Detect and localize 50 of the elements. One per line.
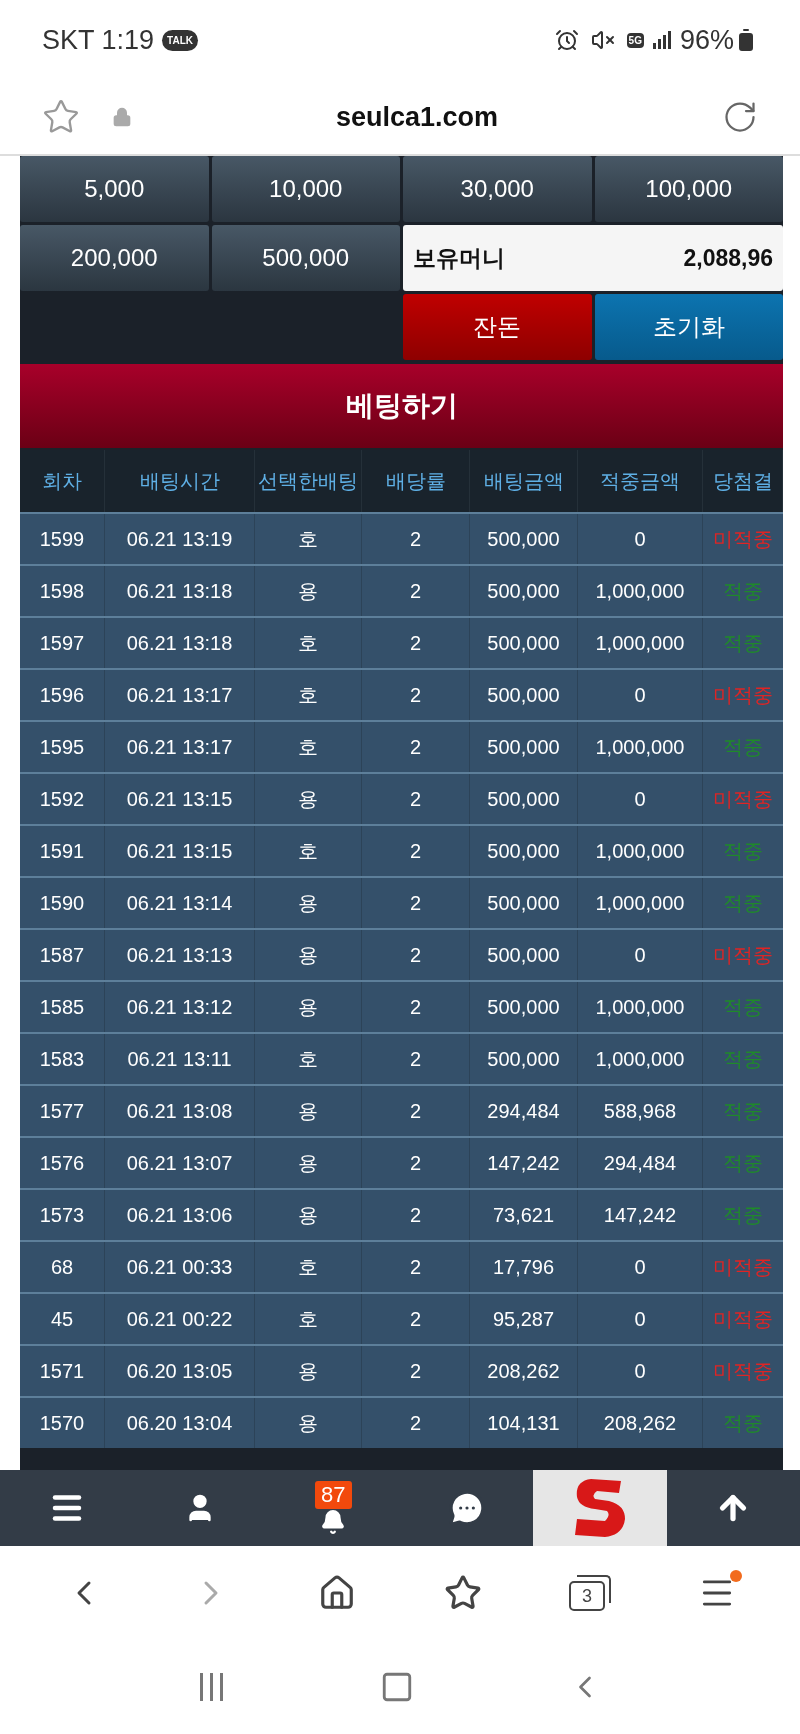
result-cell-text: 적중 bbox=[722, 839, 764, 864]
result-cell-text: 미적중 bbox=[712, 943, 774, 968]
result-cell-text: 적중 bbox=[722, 995, 764, 1020]
alarm-icon bbox=[554, 28, 579, 52]
result-cell-text: 미적중 bbox=[712, 787, 774, 812]
result-cell-text: 적중 bbox=[722, 891, 764, 916]
result-cell-text: 적중 bbox=[722, 579, 764, 604]
amount-button[interactable]: 5,000 bbox=[20, 156, 209, 222]
table-cell: 용 bbox=[255, 1398, 362, 1448]
amount-button[interactable]: 10,000 bbox=[211, 156, 400, 222]
notification-count: 87 bbox=[315, 1481, 352, 1509]
result-cell-text: 미적중 bbox=[712, 1255, 774, 1280]
result-cell-text: 적중 bbox=[722, 1047, 764, 1072]
table-cell: 104,131 bbox=[470, 1398, 578, 1448]
mute-icon bbox=[590, 28, 615, 52]
table-cell: 208,262 bbox=[578, 1398, 703, 1448]
amount-button[interactable]: 30,000 bbox=[403, 156, 592, 222]
balance-value: 2,088,96 bbox=[683, 243, 773, 273]
bookmarks-icon[interactable] bbox=[443, 1574, 482, 1612]
chat-badge-icon: TALK bbox=[162, 29, 198, 51]
result-cell-text: 미적중 bbox=[712, 1359, 774, 1384]
result-cell-text: 미적중 bbox=[712, 1307, 774, 1332]
table-cell: 1570 bbox=[20, 1398, 105, 1448]
bookmark-icon[interactable] bbox=[42, 98, 80, 136]
action-button[interactable]: 초기화 bbox=[594, 294, 783, 360]
battery-level: 96% bbox=[679, 23, 734, 57]
result-cell-text: 적중 bbox=[722, 1203, 764, 1228]
url-text[interactable]: seulca1.com bbox=[132, 96, 702, 138]
bell-icon[interactable] bbox=[320, 1509, 347, 1535]
status-carrier-time: SKT 1:19 bbox=[42, 23, 155, 57]
result-cell-text: 적중 bbox=[722, 735, 764, 760]
result-cell-text: 적중 bbox=[722, 1099, 764, 1124]
action-button[interactable]: 잔돈 bbox=[403, 294, 592, 360]
result-cell-text: 적중 bbox=[722, 631, 764, 656]
network-badge: 5G bbox=[626, 32, 644, 48]
home-button-icon[interactable] bbox=[380, 1670, 414, 1704]
signal-icon bbox=[651, 30, 672, 50]
table-cell: 2 bbox=[362, 1398, 470, 1448]
result-cell-text: 미적중 bbox=[712, 527, 774, 552]
amount-button[interactable]: 100,000 bbox=[594, 156, 783, 222]
balance-label: 보유머니 bbox=[413, 243, 505, 273]
result-cell-text: 적중 bbox=[722, 1411, 764, 1436]
bet-button[interactable]: 베팅하기 bbox=[20, 364, 783, 448]
result-cell-text: 미적중 bbox=[712, 683, 774, 708]
table-cell: 06.20 13:04 bbox=[105, 1398, 255, 1448]
result-cell-text: 적중 bbox=[722, 1151, 764, 1176]
amount-button[interactable]: 200,000 bbox=[20, 225, 209, 291]
amount-button[interactable]: 500,000 bbox=[211, 225, 400, 291]
reload-icon[interactable] bbox=[722, 99, 758, 135]
lock-icon bbox=[112, 107, 132, 127]
